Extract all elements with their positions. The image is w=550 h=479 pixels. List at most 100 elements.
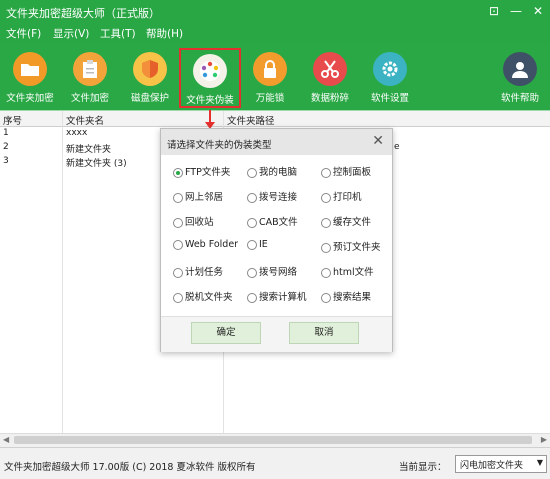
option-offline-folder[interactable]: 脱机文件夹	[173, 289, 233, 303]
cancel-button[interactable]: 取消	[289, 322, 359, 344]
option-search-computer[interactable]: 搜索计算机	[247, 289, 307, 303]
option-cab-file[interactable]: CAB文件	[247, 214, 298, 228]
toolbar: 文件夹加密 文件加密 磁盘保护 文件夹伪装 万能锁 数据粉碎 软件设置 软件帮助	[0, 42, 550, 112]
option-label: 拨号连接	[259, 192, 298, 203]
folder-disguise-button[interactable]: 文件夹伪装	[179, 48, 241, 108]
option-ftp-folder[interactable]: FTP文件夹	[173, 164, 230, 178]
universal-lock-button[interactable]: 万能锁	[240, 42, 300, 110]
option-label: Web Folder	[185, 239, 239, 250]
option-dial-network[interactable]: 拨号网络	[247, 264, 297, 278]
lock-icon	[253, 52, 287, 86]
option-printer[interactable]: 打印机	[321, 189, 362, 203]
radio-icon	[173, 292, 183, 303]
radio-icon	[321, 242, 331, 253]
option-label: 搜索结果	[333, 292, 372, 303]
software-settings-button[interactable]: 软件设置	[360, 42, 420, 110]
column-header-name[interactable]: 文件夹名	[66, 113, 104, 127]
row-name: xxxx	[66, 128, 88, 138]
row-name: 新建文件夹 (3)	[66, 159, 127, 169]
option-label: 预订文件夹	[333, 242, 381, 253]
menu-help[interactable]: 帮助(H)	[146, 26, 183, 41]
folder-icon	[13, 52, 47, 86]
toolbar-label: 磁盘保护	[130, 93, 169, 104]
disk-protect-button[interactable]: 磁盘保护	[120, 42, 180, 110]
radio-icon	[247, 192, 257, 203]
option-label: 搜索计算机	[259, 292, 307, 303]
menu-bar: 文件(F) 显示(V) 工具(T) 帮助(H)	[0, 24, 550, 42]
radio-icon	[321, 217, 331, 228]
close-icon[interactable]: ✕	[372, 133, 384, 149]
row-name: 新建文件夹	[66, 145, 112, 155]
menu-tools[interactable]: 工具(T)	[100, 26, 136, 41]
toolbar-label: 软件帮助	[500, 93, 539, 104]
option-label: 回收站	[185, 217, 214, 228]
chevron-down-icon: ▼	[536, 458, 543, 467]
column-header-no[interactable]: 序号	[3, 113, 22, 127]
option-label: 拨号网络	[259, 267, 298, 278]
toolbar-label: 文件夹加密	[6, 93, 54, 104]
option-control-panel[interactable]: 控制面板	[321, 164, 371, 178]
option-html-file[interactable]: html文件	[321, 264, 374, 278]
radio-icon	[321, 192, 331, 203]
dialog-title: 请选择文件夹的伪装类型	[167, 140, 272, 151]
current-display-label: 当前显示：	[399, 462, 447, 473]
version-text: 文件夹加密超级大师 17.00版 (C) 2018 夏冰软件 版权所有	[4, 462, 256, 473]
row-no: 3	[3, 156, 9, 166]
option-search-results[interactable]: 搜索结果	[321, 289, 371, 303]
toolbar-label: 文件夹伪装	[186, 95, 234, 106]
skin-icon[interactable]: ⊡	[486, 3, 502, 19]
radio-icon	[173, 239, 183, 250]
window-title: 文件夹加密超级大师（正式版）	[6, 7, 160, 20]
menu-file[interactable]: 文件(F)	[6, 26, 41, 41]
option-subscription-folder[interactable]: 预订文件夹	[321, 239, 381, 253]
display-select[interactable]: 闪电加密文件夹 ▼	[455, 455, 547, 473]
option-label: 我的电脑	[259, 167, 298, 178]
display-select-value: 闪电加密文件夹	[460, 461, 524, 471]
row-no: 1	[3, 128, 9, 138]
file-encrypt-button[interactable]: 文件加密	[60, 42, 120, 110]
gear-icon	[373, 52, 407, 86]
scrollbar-thumb[interactable]	[14, 436, 532, 444]
radio-icon	[247, 292, 257, 303]
radio-icon	[173, 267, 183, 278]
radio-icon	[173, 167, 183, 178]
status-bar: 文件夹加密超级大师 17.00版 (C) 2018 夏冰软件 版权所有 当前显示…	[0, 447, 550, 479]
option-network[interactable]: 网上邻居	[173, 189, 223, 203]
radio-icon	[247, 167, 257, 178]
option-label: 计划任务	[185, 267, 224, 278]
column-header-path[interactable]: 文件夹路径	[227, 113, 275, 127]
toolbar-label: 万能锁	[255, 93, 285, 104]
ok-button[interactable]: 确定	[191, 322, 261, 344]
close-button[interactable]: ✕	[530, 3, 546, 19]
radio-icon	[321, 292, 331, 303]
option-dial-connection[interactable]: 拨号连接	[247, 189, 297, 203]
option-label: html文件	[333, 267, 374, 278]
option-my-computer[interactable]: 我的电脑	[247, 164, 297, 178]
radio-icon	[247, 267, 257, 278]
option-scheduled-tasks[interactable]: 计划任务	[173, 264, 223, 278]
table-header: 序号 文件夹名 文件夹路径	[0, 111, 550, 127]
folder-encrypt-button[interactable]: 文件夹加密	[0, 42, 60, 110]
radio-icon	[321, 267, 331, 278]
minimize-button[interactable]: —	[508, 3, 524, 19]
title-bar: 文件夹加密超级大师（正式版） ⊡ — ✕	[0, 0, 550, 24]
option-label: 缓存文件	[333, 217, 372, 228]
data-shred-button[interactable]: 数据粉碎	[300, 42, 360, 110]
option-cache-file[interactable]: 缓存文件	[321, 214, 371, 228]
clipboard-icon	[73, 52, 107, 86]
option-label: 脱机文件夹	[185, 292, 233, 303]
option-web-folder[interactable]: Web Folder	[173, 239, 238, 250]
option-label: CAB文件	[259, 217, 298, 228]
option-ie[interactable]: IE	[247, 239, 268, 250]
scroll-left-icon[interactable]: ◀	[3, 435, 9, 444]
dialog-footer: 确定 取消	[161, 316, 392, 352]
option-recycle-bin[interactable]: 回收站	[173, 214, 214, 228]
menu-view[interactable]: 显示(V)	[53, 26, 89, 41]
horizontal-scrollbar[interactable]: ◀ ▶	[0, 433, 550, 447]
toolbar-label: 软件设置	[370, 93, 409, 104]
option-label: 网上邻居	[185, 192, 224, 203]
scissors-icon	[313, 52, 347, 86]
software-help-button[interactable]: 软件帮助	[490, 42, 550, 110]
scroll-right-icon[interactable]: ▶	[541, 435, 547, 444]
radio-icon	[247, 217, 257, 228]
